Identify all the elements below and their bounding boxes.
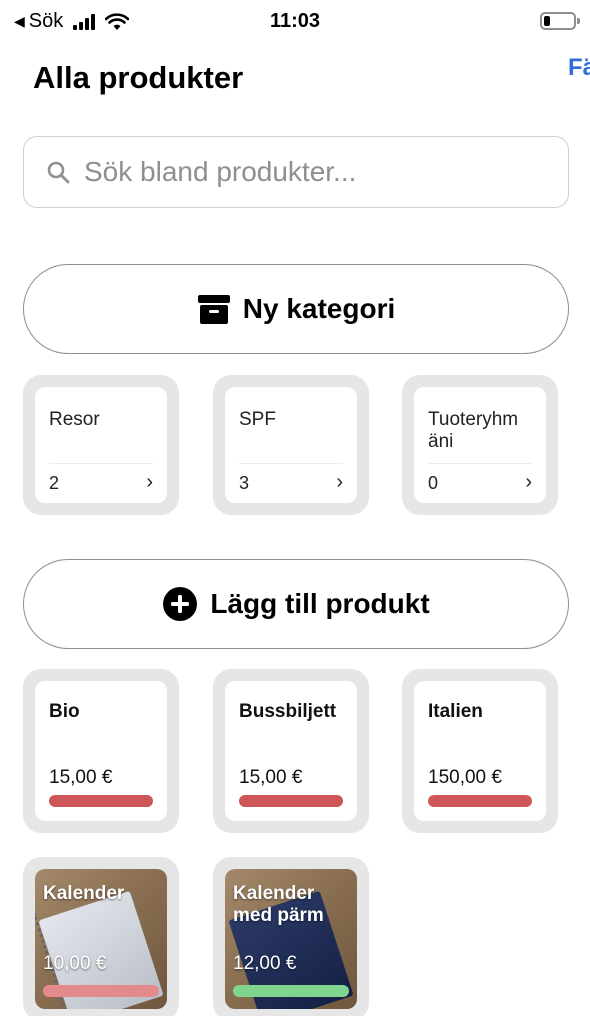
product-name: Kalender <box>43 883 125 904</box>
product-photo: Kalender 10,00 € <box>35 869 167 1009</box>
product-price: 10,00 € <box>43 953 107 974</box>
product-price: 150,00 € <box>428 767 502 788</box>
divider <box>239 463 343 464</box>
product-color-bar <box>43 985 159 997</box>
search-icon <box>47 161 70 184</box>
product-price: 15,00 € <box>239 767 303 788</box>
product-name: Bussbiljett <box>239 701 337 722</box>
category-tile[interactable]: Resor 2 › <box>23 375 179 515</box>
new-category-button[interactable]: Ny kategori <box>23 264 569 354</box>
search-bar[interactable] <box>23 136 569 208</box>
product-photo: Kalender med pärm 12,00 € <box>225 869 357 1009</box>
category-count: 0 <box>428 473 439 493</box>
category-count: 3 <box>239 473 250 493</box>
product-tile[interactable]: Bio 15,00 € <box>23 669 179 833</box>
status-bar: ◀ Sök 11:03 <box>0 0 590 44</box>
chevron-right-icon: › <box>525 471 532 493</box>
product-tile[interactable]: Bussbiljett 15,00 € <box>213 669 369 833</box>
category-name: Tuoteryhm äni <box>428 409 519 452</box>
plus-circle-icon <box>163 587 198 621</box>
product-tile[interactable]: Kalender med pärm 12,00 € <box>213 857 369 1016</box>
category-name: SPF <box>239 409 276 430</box>
search-input[interactable] <box>84 156 504 188</box>
product-tile[interactable]: Kalender 10,00 € <box>23 857 179 1016</box>
page-title: Alla produkter <box>33 60 244 95</box>
new-category-label: Ny kategori <box>242 293 396 324</box>
product-tile[interactable]: Italien 150,00 € <box>402 669 558 833</box>
category-name: Resor <box>49 409 100 430</box>
divider <box>428 463 532 464</box>
category-count: 2 <box>49 473 60 493</box>
nav-right-action[interactable]: Fä <box>568 54 590 82</box>
product-color-bar <box>49 795 153 807</box>
product-name: Kalender med pärm <box>233 883 324 926</box>
product-price: 12,00 € <box>233 953 297 974</box>
product-name: Bio <box>49 701 80 722</box>
chevron-right-icon: › <box>146 471 153 493</box>
product-color-bar <box>428 795 532 807</box>
product-color-bar <box>239 795 343 807</box>
product-color-bar <box>233 985 349 997</box>
divider <box>49 463 153 464</box>
chevron-right-icon: › <box>336 471 343 493</box>
archive-box-icon <box>197 295 230 324</box>
add-product-button[interactable]: Lägg till produkt <box>23 559 569 649</box>
product-name: Italien <box>428 701 483 722</box>
add-product-label: Lägg till produkt <box>210 588 430 619</box>
product-price: 15,00 € <box>49 767 113 788</box>
status-time: 11:03 <box>269 10 321 32</box>
category-tile[interactable]: Tuoteryhm äni 0 › <box>402 375 558 515</box>
battery-icon <box>540 12 580 30</box>
category-tile[interactable]: SPF 3 › <box>213 375 369 515</box>
